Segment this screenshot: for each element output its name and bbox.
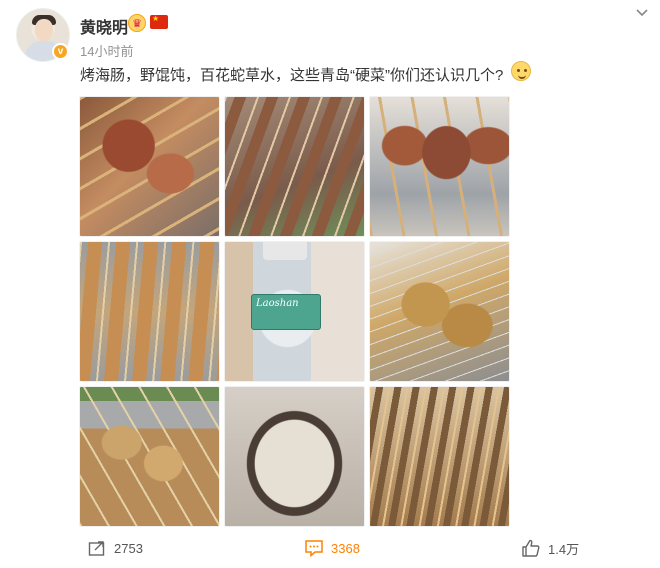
- post-time[interactable]: 14小时前: [80, 41, 133, 60]
- comment-count: 3368: [331, 540, 360, 556]
- repost-count: 2753: [114, 540, 143, 556]
- photo-laoshan-bottle[interactable]: Laoshan: [224, 241, 365, 382]
- like-button[interactable]: 1.4万: [521, 536, 579, 560]
- post-text: 烤海肠，野馄饨，百花蛇草水，这些青岛“硬菜”你们还认识几个?: [80, 67, 504, 84]
- bottle-label: Laoshan: [251, 294, 321, 330]
- photo-grilled-fish-skewers[interactable]: [79, 241, 220, 382]
- repost-icon: [88, 541, 105, 556]
- crown-icon[interactable]: ♛: [128, 14, 146, 32]
- photo-grilled-items-1[interactable]: [79, 96, 220, 237]
- like-count: 1.4万: [548, 541, 580, 557]
- smile-emoji-icon: [511, 61, 531, 81]
- like-icon: [522, 539, 540, 557]
- chevron-down-icon[interactable]: [634, 4, 650, 20]
- photo-grilled-sea-skewers[interactable]: [369, 241, 510, 382]
- comment-button[interactable]: 3368: [304, 536, 360, 560]
- comment-icon: [305, 540, 323, 558]
- weibo-post: v 黄晓明 ♛ 14小时前 烤海肠，野馄饨，百花蛇草水，这些青岛“硬菜”你们还认…: [0, 0, 660, 568]
- photo-wonton-soup[interactable]: [224, 386, 365, 527]
- author-name[interactable]: 黄晓明: [80, 14, 128, 38]
- verified-badge-icon: v: [52, 43, 69, 60]
- china-flag-icon: [150, 14, 168, 29]
- photo-grilled-sausage-skewers[interactable]: [224, 96, 365, 237]
- photo-grilled-items-2[interactable]: [79, 386, 220, 527]
- repost-button[interactable]: 2753: [87, 536, 143, 560]
- photo-grilled-meat-skewers[interactable]: [369, 96, 510, 237]
- photo-grilled-stick-skewers[interactable]: [369, 386, 510, 527]
